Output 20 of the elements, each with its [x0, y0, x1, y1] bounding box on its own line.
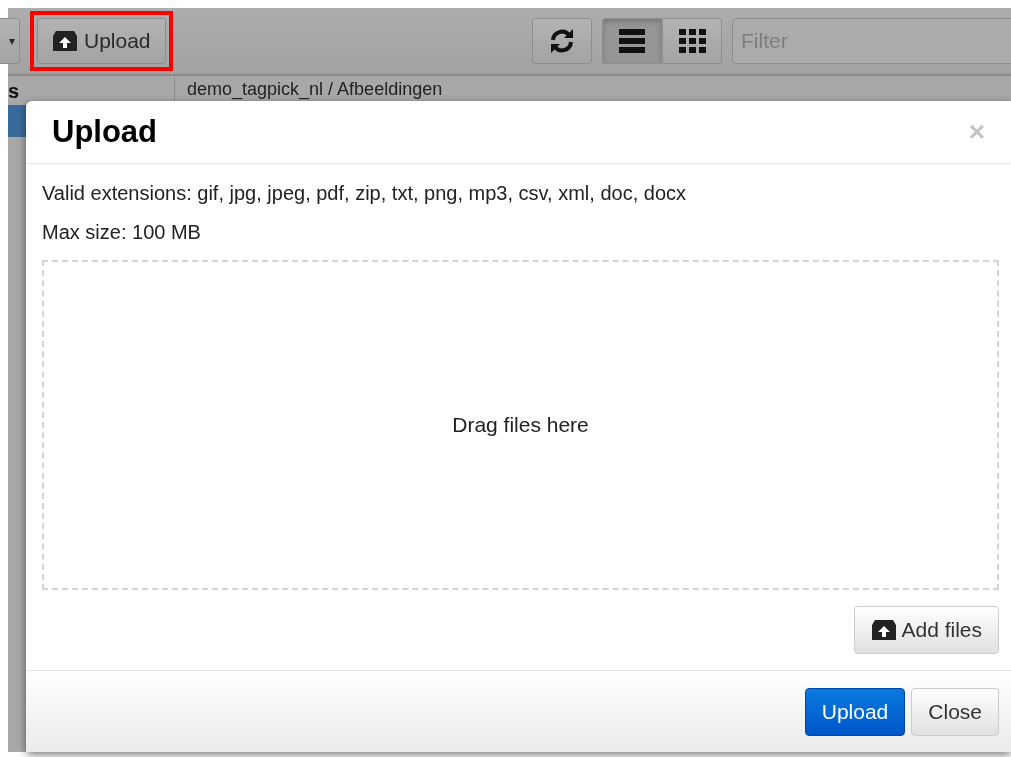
- upload-box-icon: [52, 30, 78, 52]
- refresh-button[interactable]: [532, 18, 592, 64]
- upload-button[interactable]: Upload: [37, 18, 166, 64]
- extensions-text: Valid extensions: gif, jpg, jpeg, pdf, zip, txt, png, mp3, csv, xml, doc, docx: [42, 182, 687, 205]
- add-files-button[interactable]: Add files: [854, 606, 999, 654]
- refresh-icon: [549, 28, 575, 54]
- close-button[interactable]: Close: [911, 687, 999, 736]
- drop-zone[interactable]: Drag files here: [42, 260, 999, 590]
- grid-view-button[interactable]: [662, 18, 722, 64]
- breadcrumb: demo_tagpick_nl / Afbeeldingen: [186, 78, 444, 99]
- grid-icon: [678, 29, 706, 53]
- sidebar-heading: s: [8, 79, 21, 103]
- list-view-button[interactable]: [602, 18, 662, 64]
- drop-zone-label: Drag files here: [452, 413, 589, 437]
- upload-submit-button[interactable]: Upload: [804, 687, 906, 736]
- dialog-title: Upload: [52, 114, 159, 150]
- dropdown-button[interactable]: ▾: [0, 18, 20, 64]
- upload-box-icon: [871, 619, 898, 641]
- max-size-text: Max size: 100 MB: [42, 221, 202, 244]
- list-icon: [619, 29, 645, 53]
